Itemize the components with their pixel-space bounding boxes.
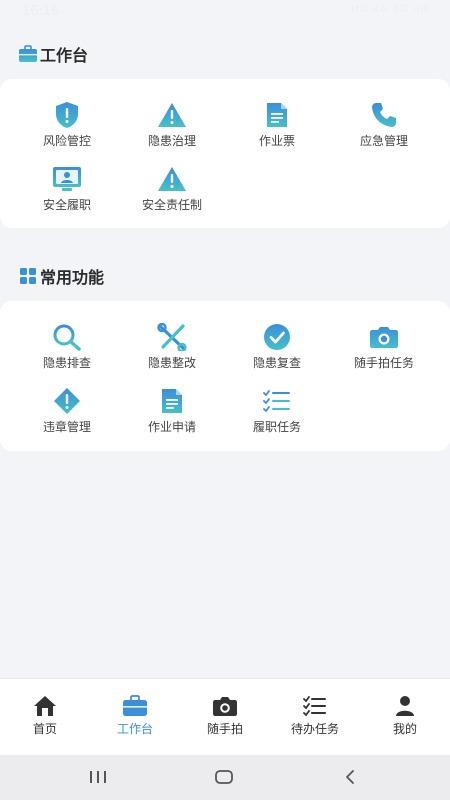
shield-alert-icon xyxy=(50,101,84,129)
workbench-item-label: 安全履职 xyxy=(42,198,91,212)
recent-apps-icon xyxy=(90,771,106,783)
monitor-user-icon xyxy=(50,165,84,193)
workbench-title: 工作台 xyxy=(40,46,89,65)
user-icon xyxy=(392,695,418,717)
workbench-item-label: 安全责任制 xyxy=(141,198,202,212)
common-item-label: 隐患排查 xyxy=(42,356,91,370)
status-bar: 16:16 HD 4G 5G all xyxy=(0,0,450,26)
system-navigation-bar xyxy=(0,755,450,800)
common-item-label: 作业申请 xyxy=(147,420,196,434)
camera-icon xyxy=(212,695,238,717)
common-item-label: 隐患复查 xyxy=(252,356,301,370)
briefcase-icon xyxy=(18,44,38,64)
workbench-item-label: 隐患治理 xyxy=(147,134,196,148)
status-indicators: HD 4G 5G all xyxy=(351,4,428,15)
common-item-hazard-inspection[interactable]: 隐患排查 xyxy=(14,323,120,373)
camera-icon xyxy=(367,323,401,351)
home-icon xyxy=(32,695,58,717)
workbench-section-title: 工作台 xyxy=(18,42,88,66)
common-section-title: 常用功能 xyxy=(18,264,104,288)
checklist-icon xyxy=(260,387,294,415)
tab-label: 待办任务 xyxy=(290,722,339,736)
workbench-item-responsibility[interactable]: 安全责任制 xyxy=(119,165,225,215)
tab-label: 工作台 xyxy=(116,722,153,736)
workbench-item-risk-control[interactable]: 风险管控 xyxy=(14,101,120,151)
common-item-work-application[interactable]: 作业申请 xyxy=(119,387,225,437)
tab-workbench[interactable]: 工作台 xyxy=(90,679,180,756)
common-item-label: 隐患整改 xyxy=(147,356,196,370)
tab-home[interactable]: 首页 xyxy=(0,679,90,756)
common-item-label: 违章管理 xyxy=(42,420,91,434)
tools-icon xyxy=(155,323,189,351)
tab-snapshot[interactable]: 随手拍 xyxy=(180,679,270,756)
grid-apps-icon xyxy=(18,266,38,286)
tab-mine[interactable]: 我的 xyxy=(360,679,450,756)
common-item-hazard-review[interactable]: 隐患复查 xyxy=(224,323,330,373)
document-icon xyxy=(260,101,294,129)
back-button[interactable] xyxy=(330,765,370,789)
workbench-item-work-ticket[interactable]: 作业票 xyxy=(224,101,330,151)
common-item-hazard-rectify[interactable]: 隐患整改 xyxy=(119,323,225,373)
check-circle-icon xyxy=(260,323,294,351)
home-button[interactable] xyxy=(204,765,244,789)
common-item-snapshot-task[interactable]: 随手拍任务 xyxy=(331,323,437,373)
back-arrow-icon xyxy=(346,770,354,784)
common-item-label: 履职任务 xyxy=(252,420,301,434)
status-time: 16:16 xyxy=(22,4,60,19)
tab-label: 首页 xyxy=(32,722,57,736)
recent-apps-button[interactable] xyxy=(78,765,118,789)
checklist-icon xyxy=(302,695,328,717)
workbench-item-hazard-governance[interactable]: 隐患治理 xyxy=(119,101,225,151)
common-item-label: 随手拍任务 xyxy=(353,356,414,370)
common-item-duty-task[interactable]: 履职任务 xyxy=(224,387,330,437)
common-title: 常用功能 xyxy=(40,268,105,287)
workbench-item-emergency[interactable]: 应急管理 xyxy=(331,101,437,151)
workbench-item-label: 作业票 xyxy=(258,134,295,148)
common-item-violation[interactable]: 违章管理 xyxy=(14,387,120,437)
workbench-item-label: 应急管理 xyxy=(359,134,408,148)
document-icon xyxy=(155,387,189,415)
tab-label: 随手拍 xyxy=(206,722,243,736)
diamond-alert-icon xyxy=(50,387,84,415)
warning-triangle-icon xyxy=(155,101,189,129)
workbench-item-label: 风险管控 xyxy=(42,134,91,148)
warning-triangle-icon xyxy=(155,165,189,193)
home-circle-icon xyxy=(215,770,233,784)
common-card: 隐患排查 隐患整改 隐患复查 随手拍任务 违章管理 作业申请 履职任务 xyxy=(0,301,450,451)
bottom-tab-bar: 首页 工作台 随手拍 待办任务 我的 xyxy=(0,678,450,755)
tab-todo[interactable]: 待办任务 xyxy=(270,679,360,756)
search-icon xyxy=(50,323,84,351)
workbench-card: 风险管控 隐患治理 作业票 应急管理 安全履职 安全责任制 xyxy=(0,79,450,228)
briefcase-icon xyxy=(122,695,148,717)
workbench-item-safety-duty[interactable]: 安全履职 xyxy=(14,165,120,215)
phone-icon xyxy=(367,101,401,129)
tab-label: 我的 xyxy=(392,722,417,736)
